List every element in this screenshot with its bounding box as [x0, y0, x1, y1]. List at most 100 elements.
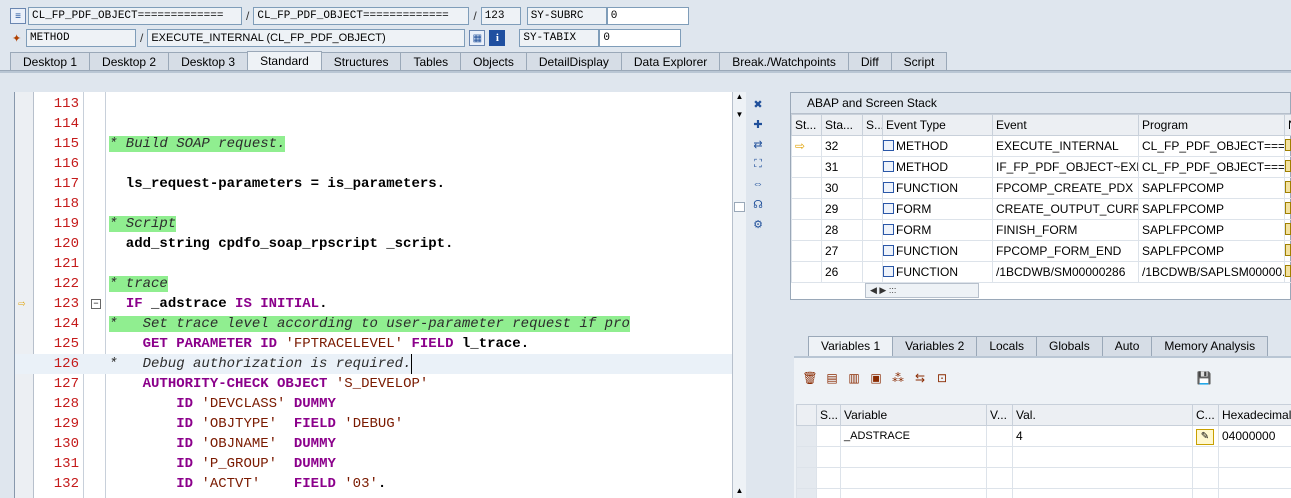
services-icon[interactable]: ☊ — [750, 196, 766, 212]
tab-structures[interactable]: Structures — [320, 52, 402, 71]
navigate-icon[interactable] — [1285, 243, 1291, 256]
scroll-down-icon[interactable]: ▼ — [734, 110, 745, 122]
row-selector[interactable] — [796, 446, 817, 468]
tab-tables[interactable]: Tables — [400, 52, 462, 71]
stack-row[interactable]: 31 METHOD IF_FP_PDF_OBJECT~EXE...CL_FP_PDF… — [791, 156, 1291, 178]
code-line[interactable]: 123 ⇨ − IF _adstrace IS INITIAL. — [15, 294, 732, 314]
tab-diff[interactable]: Diff — [847, 52, 892, 71]
stack-horizontal-scrollbar[interactable]: ◀ ▶ ::: — [865, 283, 979, 298]
code-line[interactable]: 128 ID 'DEVCLASS' DUMMY — [15, 394, 732, 414]
replace-tool-icon[interactable]: ⇄ — [750, 136, 766, 152]
stack-column-header[interactable]: N — [1284, 114, 1291, 136]
code-line[interactable]: 120 add_string cpdfo_soap_rpscript _scri… — [15, 234, 732, 254]
fold-toggle-icon[interactable]: − — [91, 299, 101, 309]
variable-column-header[interactable]: Variable — [840, 404, 987, 426]
scroll-up-icon[interactable]: ▲ — [734, 92, 745, 104]
source-code-editor[interactable]: 113 114 115 * Build SOAP request. 116 117 ls_… — [14, 92, 732, 498]
maximize-icon[interactable]: ⛶ — [750, 156, 766, 172]
tab-break-watchpoints[interactable]: Break./Watchpoints — [719, 52, 849, 71]
export-icon[interactable]: ▥ — [846, 370, 862, 386]
stack-column-header[interactable]: S... — [862, 114, 883, 136]
code-line[interactable]: 122 * trace — [15, 274, 732, 294]
stack-row[interactable]: 29 FORM CREATE_OUTPUT_CURR... SAPLFPCOMP — [791, 198, 1291, 220]
navigate-icon[interactable] — [1285, 180, 1291, 193]
navigate-icon[interactable] — [1285, 264, 1291, 277]
line-number-field[interactable]: 123 — [480, 7, 521, 25]
code-line[interactable]: 115 * Build SOAP request. — [15, 134, 732, 154]
tab-objects[interactable]: Objects — [460, 52, 527, 71]
navigate-icon[interactable] — [1285, 222, 1291, 235]
tab-variables-1[interactable]: Variables 1 — [808, 336, 894, 356]
navigate-icon[interactable] — [1285, 201, 1291, 214]
scroll-thumb[interactable] — [734, 202, 745, 212]
tab-desktop-2[interactable]: Desktop 2 — [89, 52, 170, 71]
tab-desktop-1[interactable]: Desktop 1 — [10, 52, 91, 71]
tab-desktop-3[interactable]: Desktop 3 — [168, 52, 249, 71]
stack-column-header[interactable]: Sta... — [821, 114, 863, 136]
variable-name[interactable]: _ADSTRACE — [840, 425, 987, 447]
variable-column-header[interactable]: Val. — [1012, 404, 1193, 426]
event-type-field[interactable]: METHOD — [26, 29, 136, 47]
variable-column-header[interactable]: C... — [1192, 404, 1219, 426]
info-icon[interactable]: i — [489, 30, 506, 46]
tab-detaildisplay[interactable]: DetailDisplay — [525, 52, 622, 71]
swap-icon[interactable]: ⇔ — [750, 176, 766, 192]
stack-column-header[interactable]: Event Type — [882, 114, 993, 136]
variable-value[interactable] — [1012, 446, 1193, 468]
code-line[interactable]: 119 * Script — [15, 214, 732, 234]
variable-name[interactable] — [840, 488, 987, 498]
stack-row[interactable]: ⇨ 32 METHOD EXECUTE_INTERNAL CL_FP_PDF_OBJEC… — [791, 135, 1291, 157]
navigate-icon[interactable]: ⇆ — [912, 370, 928, 386]
stack-column-header[interactable]: St... — [791, 114, 822, 136]
tab-globals[interactable]: Globals — [1036, 336, 1103, 356]
code-line[interactable]: 132 ID 'ACTVT' FIELD '03'. — [15, 474, 732, 494]
find-icon[interactable]: ⊡ — [934, 370, 950, 386]
variable-name[interactable] — [840, 467, 987, 489]
editor-vertical-scrollbar[interactable]: ▲ ▼ ▲ — [732, 92, 746, 498]
variable-row[interactable]: _ADSTRACE 4 ✎ 04000000 — [796, 425, 1291, 447]
new-tool-icon[interactable]: ✚ — [750, 116, 766, 132]
stack-row[interactable]: 27 FUNCTION FPCOMP_FORM_END SAPLFPCOMP — [791, 240, 1291, 262]
delete-icon[interactable]: 🗑 — [802, 370, 818, 386]
import-icon[interactable]: ▤ — [824, 370, 840, 386]
tab-script[interactable]: Script — [890, 52, 948, 71]
code-line[interactable]: 125 GET PARAMETER ID 'FPTRACELEVEL' FIEL… — [15, 334, 732, 354]
code-line[interactable]: 117 ls_request-parameters = is_parameter… — [15, 174, 732, 194]
code-line[interactable]: 131 ID 'P_GROUP' DUMMY — [15, 454, 732, 474]
edit-pencil-icon[interactable]: ✎ — [1196, 428, 1214, 445]
display-source-icon[interactable]: ▦ — [469, 30, 486, 46]
variable-row[interactable] — [796, 446, 1291, 468]
tab-data-explorer[interactable]: Data Explorer — [620, 52, 721, 71]
variable-name[interactable] — [840, 446, 987, 468]
variable-value[interactable] — [1012, 467, 1193, 489]
row-selector[interactable] — [796, 425, 817, 447]
stack-column-header[interactable]: Program — [1138, 114, 1285, 136]
variable-column-header[interactable]: Hexadecimal — [1218, 404, 1291, 426]
close-icon[interactable]: ✖ — [750, 96, 766, 112]
code-line[interactable]: 118 — [15, 194, 732, 214]
sy-subrc-value[interactable]: 0 — [606, 7, 689, 25]
stack-row[interactable]: 30 FUNCTION FPCOMP_CREATE_PDX SAPLFPCOMP — [791, 177, 1291, 199]
row-selector[interactable] — [796, 467, 817, 489]
navigate-icon[interactable] — [1285, 138, 1291, 151]
tab-variables-2[interactable]: Variables 2 — [892, 336, 978, 356]
variable-row[interactable] — [796, 488, 1291, 498]
code-line[interactable]: 116 — [15, 154, 732, 174]
stack-column-header[interactable]: Event — [992, 114, 1139, 136]
sy-tabix-value[interactable]: 0 — [599, 29, 682, 47]
code-line[interactable]: 114 — [15, 114, 732, 134]
event-field[interactable]: EXECUTE_INTERNAL (CL_FP_PDF_OBJECT) — [147, 29, 466, 47]
variable-column-header[interactable]: S... — [816, 404, 841, 426]
row-selector[interactable] — [796, 488, 817, 498]
scroll-bottom-icon[interactable]: ▲ — [734, 486, 745, 496]
code-line[interactable]: 113 — [15, 94, 732, 114]
variable-row[interactable] — [796, 467, 1291, 489]
object-field-2[interactable]: CL_FP_PDF_OBJECT============= — [253, 7, 470, 25]
save-icon[interactable]: 💾 — [1196, 370, 1212, 386]
code-line[interactable]: 130 ID 'OBJNAME' DUMMY — [15, 434, 732, 454]
tab-locals[interactable]: Locals — [976, 336, 1037, 356]
settings-icon[interactable]: ⚙ — [750, 216, 766, 232]
code-line[interactable]: 126 * Debug authorization is required. — [15, 354, 732, 374]
code-line[interactable]: 129 ID 'OBJTYPE' FIELD 'DEBUG' — [15, 414, 732, 434]
tab-memory-analysis[interactable]: Memory Analysis — [1151, 336, 1269, 356]
